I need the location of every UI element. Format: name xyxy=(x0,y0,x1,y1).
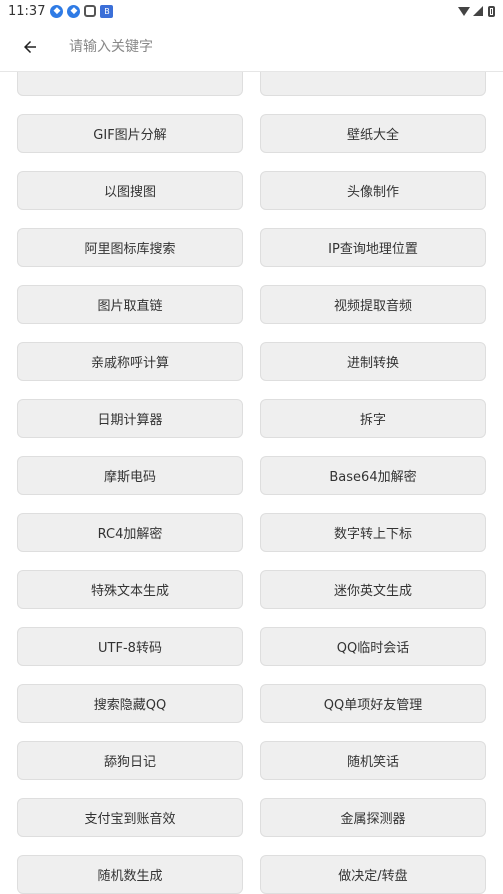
tool-button[interactable]: 阿里图标库搜索 xyxy=(17,228,243,267)
tool-button[interactable]: 随机数生成 xyxy=(17,855,243,894)
tool-button[interactable]: 搜索隐藏QQ xyxy=(17,684,243,723)
tool-button[interactable]: 亲戚称呼计算 xyxy=(17,342,243,381)
tool-button[interactable]: 金属探测器 xyxy=(260,798,486,837)
wifi-icon xyxy=(458,6,470,16)
tool-button[interactable]: 支付宝到账音效 xyxy=(17,798,243,837)
status-bar: 11:37 ◆ ◆ B xyxy=(0,0,503,22)
tool-button[interactable]: 图片取直链 xyxy=(17,285,243,324)
tool-button[interactable]: 壁纸大全 xyxy=(260,114,486,153)
tool-button[interactable]: 视频提取音频 xyxy=(260,285,486,324)
tool-button[interactable]: 特殊文本生成 xyxy=(17,570,243,609)
tool-button[interactable]: 拆字 xyxy=(260,399,486,438)
tool-button[interactable]: UTF-8转码 xyxy=(17,627,243,666)
tool-button[interactable]: 进制转换 xyxy=(260,342,486,381)
tool-button[interactable]: QQ临时会话 xyxy=(260,627,486,666)
tool-button[interactable]: IP查询地理位置 xyxy=(260,228,486,267)
back-button[interactable] xyxy=(0,22,60,72)
status-right-icons xyxy=(458,5,495,17)
tool-button[interactable]: 舔狗日记 xyxy=(17,741,243,780)
tool-button[interactable]: 迷你英文生成 xyxy=(260,570,486,609)
arrow-left-icon xyxy=(24,40,36,53)
battery-icon xyxy=(488,5,495,17)
tool-button[interactable]: 做决定/转盘 xyxy=(260,855,486,894)
notification-square-icon xyxy=(84,5,97,17)
notification-blue-app-icon: B xyxy=(100,4,114,18)
tool-button[interactable]: 头像制作 xyxy=(260,171,486,210)
tool-button[interactable]: 随机笑话 xyxy=(260,741,486,780)
tool-grid: GIF图片分解 壁纸大全 以图搜图 头像制作 阿里图标库搜索 IP查询地理位置 … xyxy=(17,72,486,894)
tool-list[interactable]: GIF图片分解 壁纸大全 以图搜图 头像制作 阿里图标库搜索 IP查询地理位置 … xyxy=(0,72,503,894)
tool-button[interactable]: RC4加解密 xyxy=(17,513,243,552)
signal-icon xyxy=(473,6,483,16)
status-time: 11:37 xyxy=(8,3,46,19)
tool-button[interactable] xyxy=(260,72,486,96)
notification-app-icon: ◆ xyxy=(50,4,64,18)
tool-button[interactable]: Base64加解密 xyxy=(260,456,486,495)
search-app-bar xyxy=(0,22,503,72)
notification-app-icon-2: ◆ xyxy=(67,4,81,18)
tool-button[interactable]: 摩斯电码 xyxy=(17,456,243,495)
tool-button[interactable]: GIF图片分解 xyxy=(17,114,243,153)
tool-button[interactable]: QQ单项好友管理 xyxy=(260,684,486,723)
tool-button[interactable]: 数字转上下标 xyxy=(260,513,486,552)
tool-button[interactable] xyxy=(17,72,243,96)
tool-button[interactable]: 日期计算器 xyxy=(17,399,243,438)
tool-button[interactable]: 以图搜图 xyxy=(17,171,243,210)
search-input[interactable] xyxy=(67,37,451,56)
